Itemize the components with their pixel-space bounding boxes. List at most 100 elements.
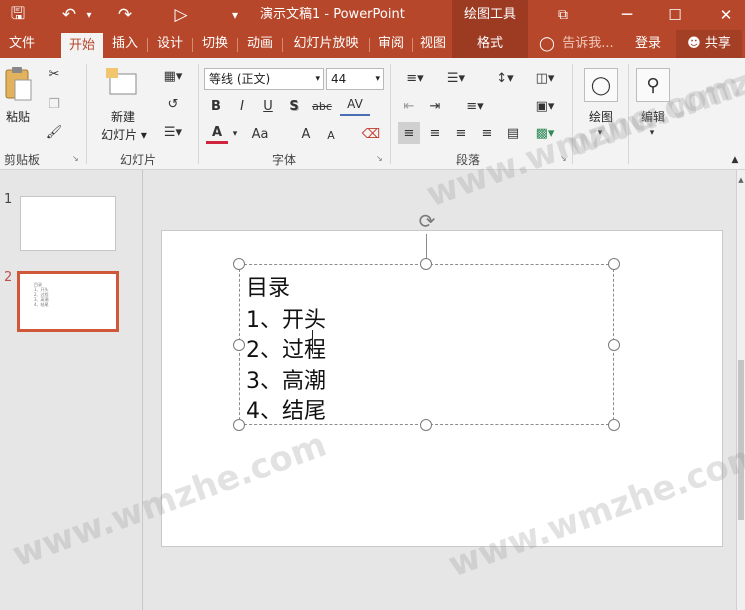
decrease-indent-icon[interactable]: ⇤ (398, 96, 420, 116)
resize-handle-left[interactable] (233, 339, 245, 351)
tab-slideshow[interactable]: 幻灯片放映 (286, 30, 366, 58)
close-button[interactable]: ✕ (710, 0, 742, 30)
align-left-button[interactable]: ≡ (398, 122, 420, 144)
title-bar: 🖫 ↶ ▾ ↷ ▷ ▾ 演示文稿1 - PowerPoint 绘图工具 ⧉ ─ … (0, 0, 745, 30)
layout-icon[interactable]: ▦▾ (158, 66, 188, 86)
slide-text-line[interactable]: 2、过程 (246, 332, 326, 364)
redo-icon[interactable]: ↷ (112, 0, 138, 30)
underline-button[interactable]: U (258, 96, 278, 116)
chevron-down-icon: ▾ (375, 74, 380, 84)
new-slide-label[interactable]: 新建 (100, 108, 146, 125)
resize-handle-right[interactable] (608, 339, 620, 351)
tab-view[interactable]: 视图 (416, 30, 450, 58)
tab-transitions[interactable]: 切换 (196, 30, 234, 58)
resize-handle-bottom-right[interactable] (608, 419, 620, 431)
tab-insert[interactable]: 插入 (106, 30, 144, 58)
cut-icon[interactable]: ✂ (44, 64, 64, 84)
tab-separator (237, 38, 238, 52)
tab-separator (282, 38, 283, 52)
align-text-icon[interactable]: ▣▾ (528, 96, 562, 116)
scroll-up-icon[interactable]: ▲ (737, 176, 745, 186)
context-title: 绘图工具 (452, 0, 528, 30)
chevron-down-icon[interactable]: ▾ (230, 124, 240, 144)
slide-text-line[interactable]: 4、结尾 (246, 393, 326, 425)
maximize-button[interactable]: ☐ (660, 0, 690, 30)
shrink-font-button[interactable]: A (322, 126, 340, 144)
share-label: 共享 (704, 36, 731, 51)
vertical-scrollbar[interactable]: ▲ (736, 170, 745, 610)
save-icon[interactable]: 🖫 (4, 0, 32, 30)
dialog-launcher-icon[interactable]: ↘ (376, 154, 383, 163)
lightbulb-icon[interactable]: ◯ (538, 30, 556, 58)
minimize-button[interactable]: ─ (612, 0, 642, 30)
shapes-icon[interactable]: ◯ (584, 68, 618, 102)
tab-home[interactable]: 开始 (61, 33, 103, 58)
font-size-value: 44 (331, 72, 347, 86)
slide-text-line[interactable]: 目录 (246, 270, 290, 302)
resize-handle-bottom-left[interactable] (233, 419, 245, 431)
change-case-button[interactable]: Aa (246, 124, 274, 144)
font-color-button[interactable]: A (206, 124, 228, 144)
slide-thumbnail-2[interactable]: 目录 1、开头 2、过程 3、高潮 4、结尾 (17, 271, 119, 332)
resize-handle-top-left[interactable] (233, 258, 245, 270)
slide-text-line[interactable]: 3、高潮 (246, 363, 326, 395)
tab-separator (369, 38, 370, 52)
tab-format[interactable]: 格式 (452, 30, 528, 58)
copy-icon[interactable]: ❐ (44, 94, 64, 114)
group-separator (86, 64, 87, 164)
numbering-icon[interactable]: ☰▾ (438, 68, 474, 88)
slideshow-icon[interactable]: ▷ (168, 0, 194, 30)
grow-font-button[interactable]: A (296, 124, 316, 144)
section-icon[interactable]: ☰▾ (158, 122, 188, 142)
ribbon-display-options-icon[interactable]: ⧉ (548, 0, 578, 30)
group-separator (390, 64, 391, 164)
italic-button[interactable]: I (232, 96, 252, 116)
clear-formatting-icon[interactable]: ⌫ (360, 124, 382, 144)
increase-indent-icon[interactable]: ⇥ (424, 96, 446, 116)
collapse-ribbon-icon[interactable]: ▲ (728, 154, 742, 166)
columns-icon[interactable]: ◫▾ (528, 68, 562, 88)
new-slide-icon[interactable] (104, 68, 140, 98)
bold-button[interactable]: B (206, 96, 226, 116)
person-icon: ☻ (687, 36, 701, 51)
resize-handle-bottom[interactable] (420, 419, 432, 431)
tab-file[interactable]: 文件 (2, 30, 42, 58)
dialog-launcher-icon[interactable]: ↘ (72, 154, 79, 163)
new-slide-dropdown[interactable]: 幻灯片 ▾ (94, 126, 154, 143)
thumbnail-line: 4、结尾 (34, 302, 49, 307)
tell-me-search[interactable]: 告诉我... (558, 30, 618, 58)
font-name-value: 等线 (正文) (209, 72, 271, 86)
shadow-button[interactable]: S (284, 96, 304, 116)
tab-review[interactable]: 审阅 (373, 30, 409, 58)
share-button[interactable]: ☻ 共享 (676, 30, 742, 58)
undo-icon[interactable]: ↶ (56, 0, 82, 30)
character-spacing-button[interactable]: AV (340, 94, 370, 116)
reset-icon[interactable]: ↺ (158, 94, 188, 114)
group-separator (198, 64, 199, 164)
text-direction-icon[interactable]: ≡▾ (458, 96, 492, 116)
align-right-button[interactable]: ≡ (450, 122, 472, 144)
format-painter-icon[interactable]: 🖌 (44, 122, 64, 142)
paste-label[interactable]: 粘贴 (0, 108, 36, 125)
slide-thumbnail-1[interactable] (20, 196, 116, 251)
font-size-select[interactable]: 44 ▾ (326, 68, 384, 90)
slide-text-line[interactable]: 1、开头 (246, 302, 326, 334)
new-slide-sublabel: 幻灯片 (101, 128, 138, 142)
justify-button[interactable]: ≡ (476, 122, 498, 144)
customize-quick-access-icon[interactable]: ▾ (226, 0, 244, 30)
tab-design[interactable]: 设计 (151, 30, 189, 58)
ribbon-tab-bar: 文件 开始 插入 设计 切换 动画 幻灯片放映 审阅 视图 格式 ◯ 告诉我..… (0, 30, 745, 58)
undo-dropdown-icon[interactable]: ▾ (82, 0, 96, 30)
font-name-select[interactable]: 等线 (正文) ▾ (204, 68, 324, 90)
line-spacing-icon[interactable]: ↕▾ (488, 68, 522, 88)
bullets-icon[interactable]: ≡▾ (398, 68, 432, 88)
tab-animations[interactable]: 动画 (241, 30, 279, 58)
align-center-button[interactable]: ≡ (424, 122, 446, 144)
sign-in-link[interactable]: 登录 (630, 30, 666, 58)
tab-separator (412, 38, 413, 52)
paste-icon[interactable] (2, 66, 34, 102)
resize-handle-top-right[interactable] (608, 258, 620, 270)
tab-separator (192, 38, 193, 52)
strikethrough-button[interactable]: abc (308, 96, 336, 116)
resize-handle-top[interactable] (420, 258, 432, 270)
